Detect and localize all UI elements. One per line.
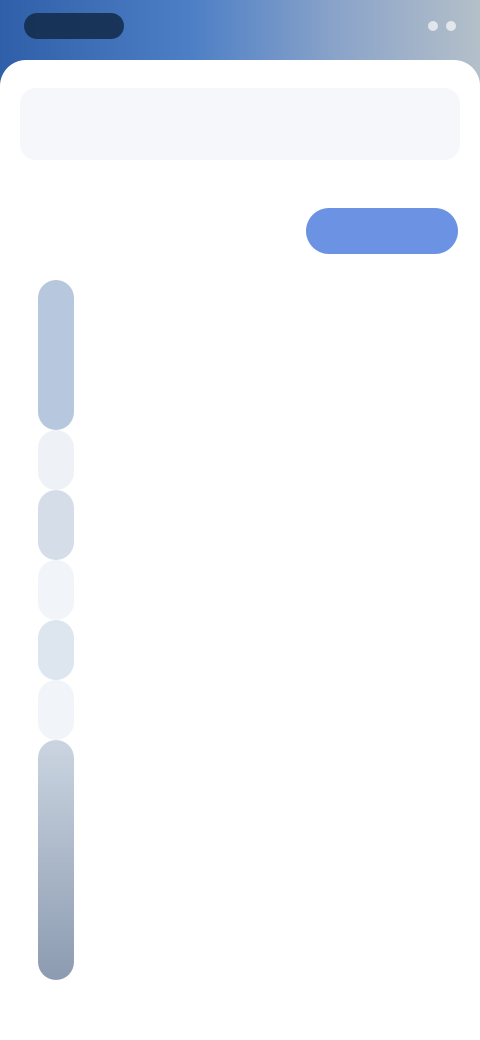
battery-icon (446, 21, 456, 31)
list-item[interactable] (100, 309, 440, 358)
list-item[interactable] (100, 951, 440, 1000)
status-icons (428, 21, 456, 31)
color-rail (38, 280, 74, 980)
list-item[interactable] (100, 606, 440, 655)
item-list (100, 260, 440, 1001)
list-item[interactable] (100, 705, 440, 754)
list-item[interactable] (100, 458, 440, 507)
rail-segment (38, 490, 74, 560)
status-time-pill (24, 13, 124, 39)
signal-icon (428, 21, 438, 31)
list-item[interactable] (100, 408, 440, 457)
rail-segment (38, 430, 74, 490)
list-item[interactable] (100, 556, 440, 605)
status-bar (0, 0, 480, 52)
list-item[interactable] (100, 803, 440, 852)
list-item[interactable] (100, 507, 440, 556)
rail-segment (38, 680, 74, 740)
rail-segment (38, 280, 74, 430)
list-item[interactable] (100, 754, 440, 803)
rail-segment (38, 560, 74, 620)
filter-row (18, 204, 458, 258)
list-item[interactable] (100, 359, 440, 408)
list-item[interactable] (100, 853, 440, 902)
sheet-header (20, 88, 460, 160)
list-item[interactable] (100, 260, 440, 309)
primary-action-button[interactable] (306, 208, 458, 254)
rail-segment (38, 740, 74, 980)
rail-segment (38, 620, 74, 680)
list-item[interactable] (100, 655, 440, 704)
list-item[interactable] (100, 902, 440, 951)
